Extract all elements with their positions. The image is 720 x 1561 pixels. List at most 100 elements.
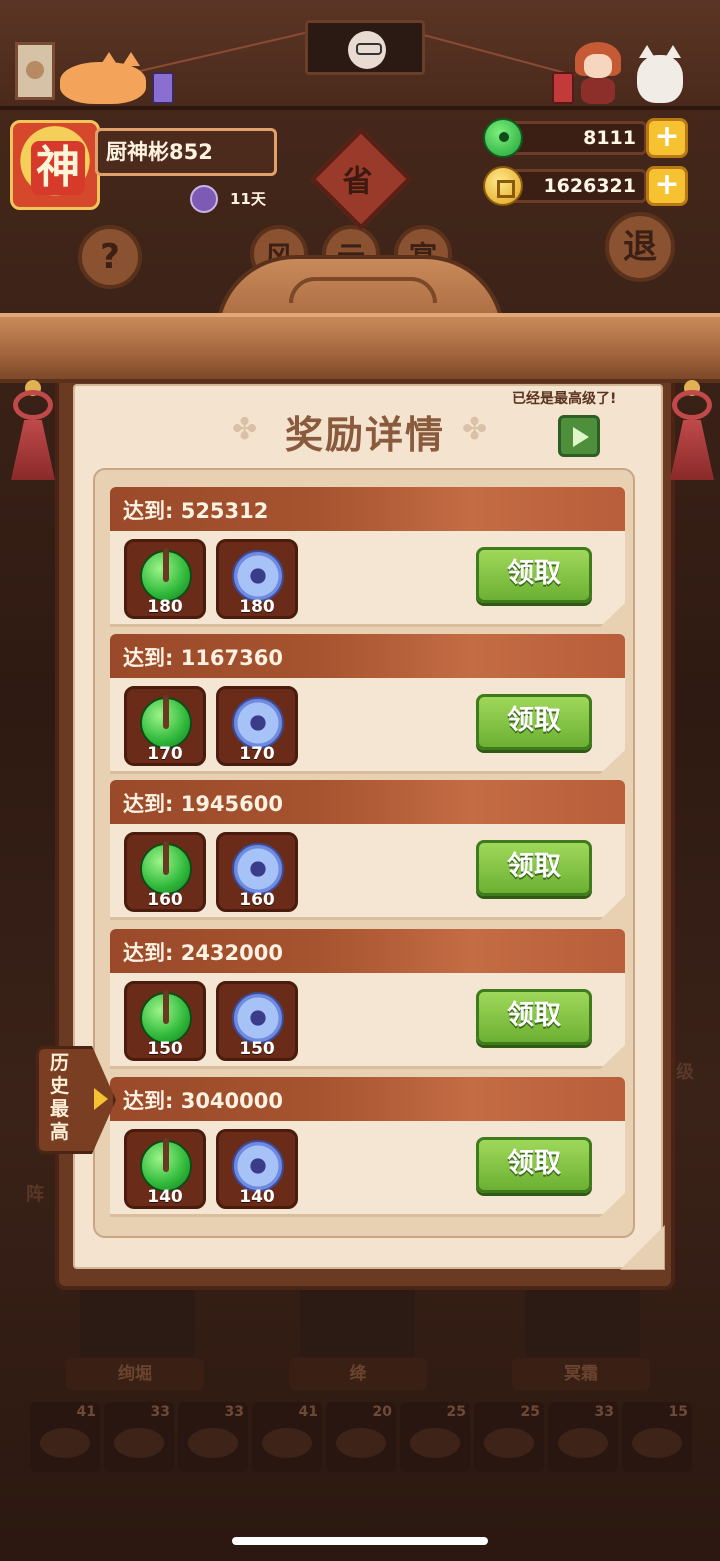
- claim-button[interactable]: 领取: [476, 694, 592, 750]
- dish-count: 41: [76, 1404, 96, 1420]
- jade-reward-slot: 160: [124, 832, 206, 912]
- bg-side-label-left: 阵: [26, 1184, 44, 1205]
- scroll-rod: [0, 313, 720, 383]
- paw-frame-icon: [15, 42, 55, 100]
- dish-count: 20: [372, 1404, 392, 1420]
- dish-slot: 41: [252, 1402, 322, 1472]
- tassel-left-icon: [3, 360, 63, 480]
- blue-reward-amount: 160: [239, 890, 275, 910]
- reward-threshold: 达到: 2432000: [123, 941, 283, 965]
- help-button[interactable]: ?: [78, 225, 142, 289]
- blue-ring-icon: [232, 1140, 284, 1192]
- claim-button[interactable]: 领取: [476, 547, 592, 603]
- character-name: 绚堀: [66, 1358, 204, 1390]
- jade-coin-icon: [140, 695, 192, 749]
- home-indicator[interactable]: [232, 1537, 488, 1545]
- dish-count: 33: [150, 1404, 170, 1420]
- reward-card-header: 达到: 1945600: [110, 780, 625, 824]
- reward-card: 达到: 2432000 150 150 领取: [110, 929, 625, 1069]
- player-avatar[interactable]: 神: [10, 120, 100, 210]
- reward-threshold: 达到: 3040000: [123, 1089, 283, 1113]
- dish-plate-icon: [262, 1428, 312, 1458]
- reward-threshold: 达到: 1945600: [123, 792, 283, 816]
- dish-row: 41 33 33 41 20 25 25 33 15: [30, 1402, 694, 1472]
- blue-ring-icon: [232, 550, 284, 602]
- dish-plate-icon: [188, 1428, 238, 1458]
- dish-count: 33: [224, 1404, 244, 1420]
- gold-coin-icon: [483, 166, 523, 206]
- dish-slot: 33: [178, 1402, 248, 1472]
- play-button[interactable]: [558, 415, 600, 457]
- jade-coin-icon: [140, 548, 192, 602]
- white-cat-icon: [637, 45, 683, 103]
- days-count: 11天: [230, 190, 266, 208]
- dish-plate-icon: [336, 1428, 386, 1458]
- dish-slot: 25: [474, 1402, 544, 1472]
- reward-card-header: 达到: 1167360: [110, 634, 625, 678]
- province-badge-label: 省: [342, 164, 373, 200]
- jade-reward-amount: 140: [147, 1187, 183, 1207]
- dish-slot: 33: [104, 1402, 174, 1472]
- dish-plate-icon: [632, 1428, 682, 1458]
- reward-card-header: 达到: 3040000: [110, 1077, 625, 1121]
- reward-card-header: 达到: 525312: [110, 487, 625, 531]
- character-name: 冥霜: [512, 1358, 650, 1390]
- max-level-text: 已经是最高级了!: [512, 391, 617, 407]
- dish-plate-icon: [40, 1428, 90, 1458]
- dish-plate-icon: [114, 1428, 164, 1458]
- red-cup-icon: [552, 72, 574, 104]
- jade-coin-icon: [483, 118, 523, 158]
- jade-coin-icon: [140, 841, 192, 895]
- purple-cup-icon: [152, 72, 174, 104]
- dish-count: 41: [298, 1404, 318, 1420]
- dish-slot: 41: [30, 1402, 100, 1472]
- exit-button[interactable]: 退: [605, 212, 675, 282]
- claim-button[interactable]: 领取: [476, 989, 592, 1045]
- blue-ring-reward-slot: 150: [216, 981, 298, 1061]
- jade-coin-icon: [140, 1138, 192, 1192]
- reward-card: 达到: 1167360 170 170 领取: [110, 634, 625, 774]
- dish-slot: 20: [326, 1402, 396, 1472]
- glasses-character-icon: [348, 31, 386, 69]
- claim-button[interactable]: 领取: [476, 1137, 592, 1193]
- blue-reward-amount: 170: [239, 744, 275, 764]
- jade-reward-amount: 170: [147, 744, 183, 764]
- jade-reward-slot: 170: [124, 686, 206, 766]
- jade-reward-amount: 150: [147, 1039, 183, 1059]
- reward-threshold: 达到: 1167360: [123, 646, 283, 670]
- blue-ring-icon: [232, 697, 284, 749]
- dish-plate-icon: [484, 1428, 534, 1458]
- companion-avatar-icon: [190, 185, 218, 213]
- reward-card: 达到: 1945600 160 160 领取: [110, 780, 625, 920]
- bg-side-label-right: 级: [676, 1062, 694, 1083]
- jade-reward-slot: 180: [124, 539, 206, 619]
- player-name: 厨神彬852: [95, 128, 277, 176]
- character-card: [80, 1285, 195, 1357]
- jade-reward-slot: 150: [124, 981, 206, 1061]
- jade-coin-icon: [140, 990, 192, 1044]
- character-name: 绛: [289, 1358, 427, 1390]
- blue-ring-reward-slot: 170: [216, 686, 298, 766]
- dish-count: 25: [446, 1404, 466, 1420]
- chef-girl-icon: [575, 42, 621, 104]
- blue-reward-amount: 140: [239, 1187, 275, 1207]
- reward-card: 达到: 525312 180 180 领取: [110, 487, 625, 627]
- panel-title: 奖励详情: [284, 413, 445, 457]
- jade-reward-amount: 180: [147, 597, 183, 617]
- dish-plate-icon: [558, 1428, 608, 1458]
- blue-reward-amount: 180: [239, 597, 275, 617]
- dish-slot: 33: [548, 1402, 618, 1472]
- claim-button[interactable]: 领取: [476, 840, 592, 896]
- dish-count: 25: [520, 1404, 540, 1420]
- add-jade-button[interactable]: +: [646, 118, 688, 158]
- add-coin-button[interactable]: +: [646, 166, 688, 206]
- blue-ring-icon: [232, 992, 284, 1044]
- dish-count: 33: [594, 1404, 614, 1420]
- character-card: [525, 1285, 640, 1357]
- character-card: [300, 1285, 415, 1357]
- hanging-portrait-banner: [305, 20, 425, 75]
- blue-ring-reward-slot: 160: [216, 832, 298, 912]
- blue-ring-reward-slot: 140: [216, 1129, 298, 1209]
- arrow-right-icon: [94, 1088, 108, 1110]
- tassel-right-icon: [662, 360, 720, 480]
